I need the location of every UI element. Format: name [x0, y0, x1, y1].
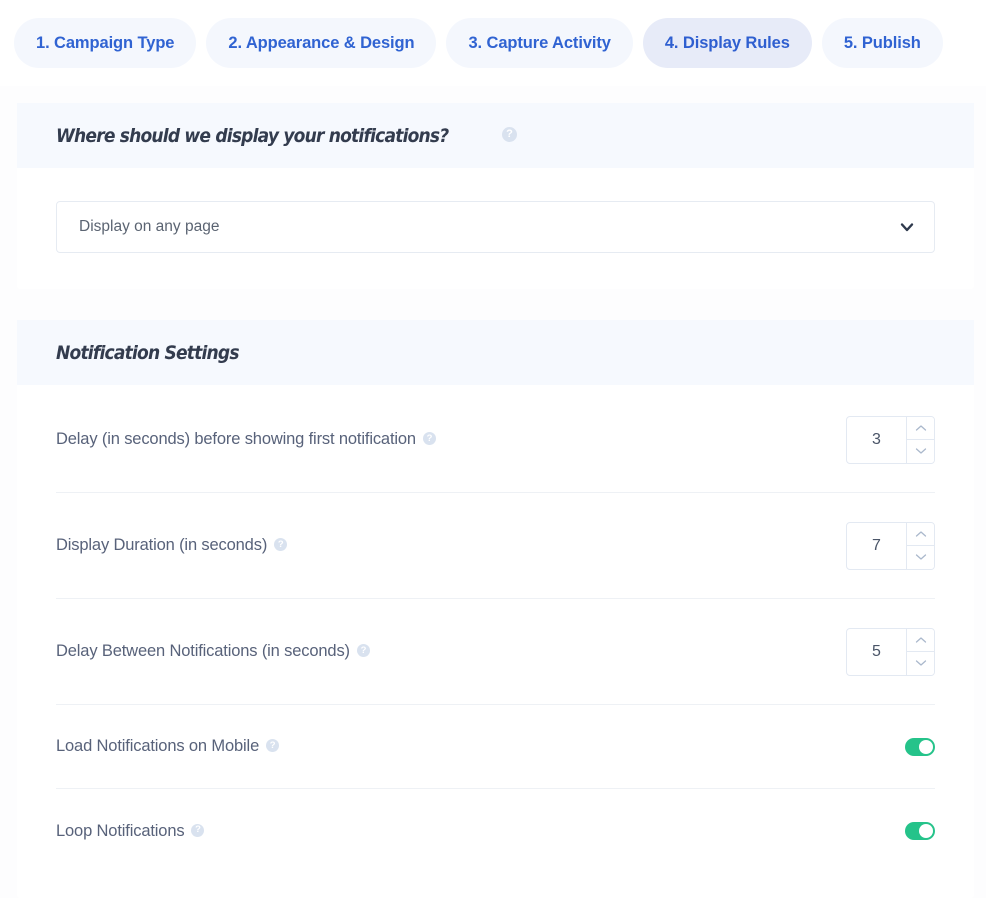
tab-display-rules[interactable]: 4. Display Rules	[642, 18, 812, 68]
stepper-increment-button[interactable]	[907, 416, 934, 439]
tab-label: 1. Campaign Type	[36, 33, 175, 52]
stepper-buttons	[906, 416, 934, 463]
help-icon[interactable]: ?	[502, 127, 518, 142]
setting-label: Loop Notifications	[56, 821, 185, 840]
setting-label-wrap: Load Notifications on Mobile ?	[56, 737, 280, 756]
toggle-knob	[919, 824, 933, 838]
display-location-select[interactable]: Display on any page	[56, 201, 935, 253]
setting-label-wrap: Delay (in seconds) before showing first …	[56, 430, 436, 449]
setting-label-wrap: Loop Notifications ?	[56, 821, 205, 841]
setting-label-wrap: Delay Between Notifications (in seconds)…	[56, 642, 370, 661]
setting-row: Delay (in seconds) before showing first …	[56, 387, 935, 493]
stepper-buttons	[906, 522, 934, 569]
help-icon[interactable]: ?	[274, 538, 288, 551]
display-rules-page: 1. Campaign Type 2. Appearance & Design …	[0, 0, 986, 898]
display-location-body: Display on any page	[17, 201, 974, 253]
loop-notifications-toggle[interactable]	[905, 822, 935, 840]
load-on-mobile-toggle[interactable]	[905, 737, 935, 756]
help-icon[interactable]: ?	[191, 823, 205, 837]
display-location-select-value: Display on any page	[79, 218, 220, 235]
toggle-knob	[919, 739, 933, 754]
chevron-down-icon	[915, 554, 926, 560]
chevron-up-icon	[915, 637, 926, 643]
notification-settings-title: Notification Settings	[56, 341, 240, 364]
tab-label: 2. Appearance & Design	[228, 33, 415, 52]
setting-label: Load Notifications on Mobile	[56, 737, 260, 755]
stepper-value[interactable]: 7	[847, 523, 906, 569]
tab-publish[interactable]: 5. Publish	[821, 18, 943, 68]
setting-label: Delay Between Notifications (in seconds)	[56, 642, 350, 660]
stepper-increment-button[interactable]	[907, 522, 934, 545]
tab-label: 5. Publish	[843, 33, 921, 52]
notification-settings-body: Delay (in seconds) before showing first …	[17, 385, 974, 873]
setting-row: Delay Between Notifications (in seconds)…	[56, 599, 935, 705]
setting-label: Display Duration (in seconds)	[56, 536, 268, 554]
stepper-decrement-button[interactable]	[907, 545, 934, 569]
tab-appearance-design[interactable]: 2. Appearance & Design	[206, 18, 437, 68]
tab-label: 3. Capture Activity	[468, 33, 611, 52]
stepper-value[interactable]: 5	[847, 629, 906, 675]
setting-row: Loop Notifications ?	[56, 789, 935, 873]
chevron-down-icon	[915, 448, 926, 454]
stepper-buttons	[906, 628, 934, 675]
tab-label: 4. Display Rules	[664, 33, 790, 52]
delay-first-notification-stepper[interactable]: 3	[846, 415, 935, 464]
stepper-increment-button[interactable]	[907, 628, 934, 651]
delay-between-notifications-stepper[interactable]: 5	[846, 627, 935, 676]
help-icon[interactable]: ?	[356, 644, 370, 657]
setting-label: Delay (in seconds) before showing first …	[56, 430, 416, 448]
setting-label-wrap: Display Duration (in seconds) ?	[56, 536, 288, 555]
notification-settings-header: Notification Settings	[17, 320, 974, 385]
chevron-down-icon	[915, 660, 926, 666]
tab-campaign-type[interactable]: 1. Campaign Type	[14, 18, 197, 68]
help-icon[interactable]: ?	[266, 739, 280, 752]
chevron-up-icon	[915, 531, 926, 537]
setting-row: Load Notifications on Mobile ?	[56, 705, 935, 789]
stepper-decrement-button[interactable]	[907, 651, 934, 675]
setting-row: Display Duration (in seconds) ? 7	[56, 493, 935, 599]
display-location-select-wrap: Display on any page	[56, 201, 935, 253]
display-location-header: Where should we display your notificatio…	[17, 103, 974, 168]
help-icon[interactable]: ?	[422, 432, 436, 445]
stepper-value[interactable]: 3	[847, 417, 906, 463]
tab-capture-activity[interactable]: 3. Capture Activity	[446, 18, 633, 68]
stepper-decrement-button[interactable]	[907, 439, 934, 463]
chevron-up-icon	[915, 425, 926, 431]
display-duration-stepper[interactable]: 7	[846, 521, 935, 570]
display-location-card: Where should we display your notificatio…	[17, 103, 974, 289]
campaign-step-tabs: 1. Campaign Type 2. Appearance & Design …	[0, 0, 986, 86]
notification-settings-card: Notification Settings Delay (in seconds)…	[17, 320, 974, 898]
settings-row-list: Delay (in seconds) before showing first …	[56, 385, 935, 873]
display-location-title: Where should we display your notificatio…	[56, 124, 449, 147]
